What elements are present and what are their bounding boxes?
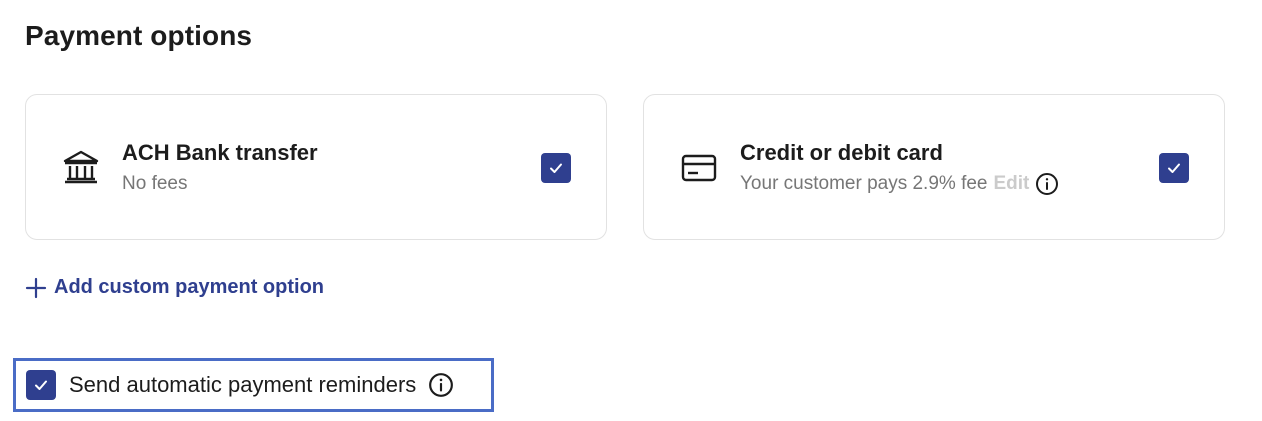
info-icon[interactable] [428, 372, 454, 398]
ach-checkbox[interactable] [541, 153, 571, 183]
reminders-label: Send automatic payment reminders [69, 372, 417, 397]
edit-fee-link[interactable]: Edit [994, 171, 1030, 197]
payment-options-page: Payment options ACH Bank transfer No fee… [0, 0, 1262, 421]
checkmark-icon [35, 380, 47, 390]
option-name: ACH Bank transfer [122, 140, 318, 165]
credit-card-icon [680, 149, 718, 187]
bank-icon [62, 149, 100, 187]
credit-card-checkbox[interactable] [1159, 153, 1189, 183]
checkmark-icon [550, 163, 562, 173]
option-fee-text: Your customer pays 2.9% fee [740, 173, 988, 194]
add-custom-payment-option-link[interactable]: Add custom payment option [25, 276, 324, 299]
plus-icon [25, 277, 47, 299]
payment-reminders-row[interactable]: Send automatic payment reminders [13, 358, 494, 412]
ach-bank-transfer-card[interactable]: ACH Bank transfer No fees [25, 94, 607, 240]
credit-debit-card-card[interactable]: Credit or debit card Your customer pays … [643, 94, 1225, 240]
add-custom-label: Add custom payment option [54, 276, 324, 298]
checkmark-icon [1168, 163, 1180, 173]
reminders-checkbox[interactable] [26, 370, 56, 400]
option-fee-text: No fees [122, 173, 188, 194]
option-name: Credit or debit card [740, 140, 943, 165]
page-title: Payment options [25, 20, 253, 51]
info-icon[interactable] [1035, 172, 1059, 196]
